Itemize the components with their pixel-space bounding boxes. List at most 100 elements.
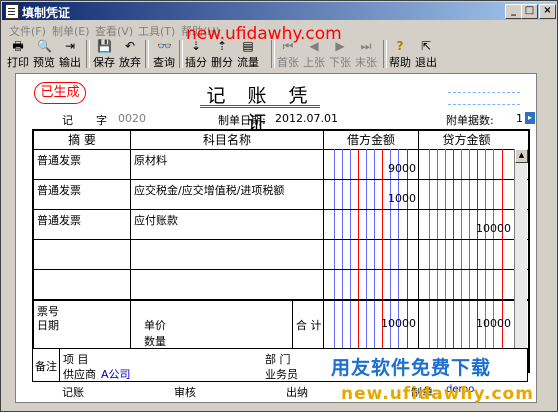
preview-icon: 🔍	[37, 39, 52, 53]
delete-entry-button[interactable]: ⇡ 删分	[211, 38, 233, 70]
digit-line	[477, 149, 478, 371]
toolbar-separator	[145, 40, 149, 68]
digit-line	[502, 149, 503, 371]
exit-icon: ⇱	[420, 39, 432, 53]
digit-line	[342, 149, 343, 371]
cashflow-button[interactable]: ▤ 流量	[237, 38, 259, 70]
entry-credit[interactable]: 10000	[419, 222, 511, 235]
window-title: 填制凭证	[22, 6, 71, 20]
department-label: 部 门	[265, 353, 291, 366]
row-divider	[34, 239, 528, 240]
delete-row-icon: ⇡	[216, 39, 228, 53]
app-icon	[5, 4, 19, 19]
last-voucher-button[interactable]: ⏭ 末张	[355, 38, 377, 70]
digit-line	[437, 149, 438, 371]
digit-line	[390, 149, 391, 371]
col-credit: 贷方金额	[419, 131, 514, 150]
minimize-button[interactable]: _	[505, 4, 522, 19]
digit-line	[334, 149, 335, 371]
title-bar: 填制凭证 _ □ ×	[2, 2, 556, 20]
insert-row-icon: ⇣	[190, 39, 202, 53]
digit-line	[350, 149, 351, 371]
menu-file[interactable]: 文件(F)	[9, 23, 46, 39]
toolbar: 🖶 打印 🔍 预览 ⇥ 输出 💾 保存 ↶ 放弃 👓 查询 ⇣ 插分 ⇡ 删分 ▤ 流量 ⏮ 首张 …	[5, 38, 555, 70]
digit-line	[493, 149, 494, 371]
total-debit: 10000	[381, 317, 416, 330]
digit-line	[358, 149, 359, 371]
printer-icon: 🖶	[12, 39, 24, 53]
first-voucher-button[interactable]: ⏮ 首张	[277, 38, 299, 70]
undo-icon: ↶	[124, 39, 136, 53]
toolbar-separator	[383, 40, 387, 68]
cashier-label: 出纳	[286, 386, 308, 399]
remark-divider	[59, 349, 60, 381]
attachment-lookup-icon[interactable]: ▸	[524, 111, 536, 125]
dashed-line	[448, 92, 520, 93]
column-divider	[130, 131, 131, 371]
print-button[interactable]: 🖶 打印	[7, 38, 29, 70]
exit-button[interactable]: ⇱ 退出	[415, 38, 437, 70]
voucher-type[interactable]: 记	[62, 112, 73, 128]
help-button[interactable]: ? 帮助	[389, 38, 411, 70]
query-button[interactable]: 👓 查询	[153, 38, 175, 70]
insert-entry-button[interactable]: ⇣ 插分	[185, 38, 207, 70]
entry-account[interactable]: 应交税金/应交增值税/进项税额	[134, 182, 284, 198]
menu-view[interactable]: 查看(V)	[95, 23, 133, 39]
prev-voucher-button[interactable]: ◀ 上张	[303, 38, 325, 70]
entry-summary[interactable]: 普通发票	[37, 212, 81, 228]
row-divider	[34, 269, 528, 270]
project-label: 项 目	[63, 353, 89, 366]
voucher-window: 填制凭证 _ □ × 文件(F) 制单(E) 查看(V) 工具(T) 帮助(H)…	[0, 0, 558, 412]
cashflow-icon: ▤	[242, 39, 254, 53]
row-divider	[34, 179, 528, 180]
digit-line	[398, 149, 399, 371]
entry-summary[interactable]: 普通发票	[37, 152, 81, 168]
remark-label: 备注	[35, 360, 57, 373]
discard-button[interactable]: ↶ 放弃	[119, 38, 141, 70]
entry-debit[interactable]: 9000	[324, 162, 416, 175]
voucher-date[interactable]: 2012.07.01	[275, 112, 338, 125]
entry-account[interactable]: 原材料	[134, 152, 167, 168]
menu-tools[interactable]: 工具(T)	[138, 23, 175, 39]
maximize-button[interactable]: □	[521, 4, 538, 19]
save-icon: 💾	[97, 39, 112, 53]
entry-summary[interactable]: 普通发票	[37, 182, 81, 198]
digit-line	[374, 149, 375, 371]
scroll-up-arrow-icon[interactable]: ▲	[515, 149, 528, 163]
voucher-number[interactable]: 0020	[118, 112, 146, 125]
date-label: 制单日期:	[218, 114, 266, 127]
close-button[interactable]: ×	[539, 4, 556, 19]
digit-line	[407, 149, 408, 371]
ticket-date-label: 日期	[37, 319, 59, 332]
attachments-label: 附单据数:	[446, 114, 494, 127]
watermark-chinese: 用友软件免费下载	[331, 357, 492, 379]
attachments-count[interactable]: 1	[516, 112, 523, 125]
next-icon: ▶	[335, 39, 345, 53]
column-divider	[418, 131, 419, 371]
help-icon: ?	[396, 39, 404, 53]
digit-line	[469, 149, 470, 371]
save-button[interactable]: 💾 保存	[93, 38, 115, 70]
menu-edit[interactable]: 制单(E)	[52, 23, 90, 39]
salesperson-label: 业务员	[265, 368, 298, 381]
supplier-value[interactable]: A公司	[101, 366, 131, 382]
supplier-label: 供应商	[63, 368, 96, 381]
row-divider	[34, 209, 528, 210]
digit-line	[453, 149, 454, 371]
export-icon: ⇥	[64, 39, 76, 53]
digit-line	[382, 149, 383, 371]
row-divider	[34, 299, 528, 301]
entry-account[interactable]: 应付账款	[134, 212, 178, 228]
preview-button[interactable]: 🔍 预览	[33, 38, 55, 70]
dashed-line	[448, 104, 520, 105]
col-summary: 摘 要	[34, 131, 130, 150]
entry-debit[interactable]: 1000	[324, 192, 416, 205]
total-credit: 10000	[476, 317, 511, 330]
export-button[interactable]: ⇥ 输出	[59, 38, 81, 70]
vertical-scrollbar[interactable]: ▲	[514, 149, 528, 371]
quantity-label: 数量	[144, 335, 166, 348]
last-icon: ⏭	[360, 39, 372, 53]
next-voucher-button[interactable]: ▶ 下张	[329, 38, 351, 70]
watermark-url-bottom: new.ufidawhy.com	[341, 384, 534, 404]
total-label: 合 计	[296, 319, 322, 332]
